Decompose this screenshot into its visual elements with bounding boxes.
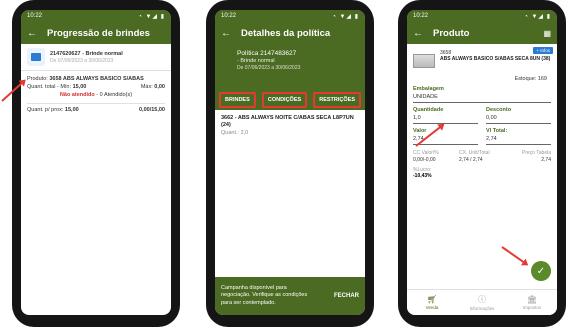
lucro-value: -10,43% — [413, 173, 432, 179]
page-title: Produto — [433, 27, 470, 39]
vl-total-value: 2,74 — [486, 134, 551, 145]
brinde-dates: De 07/06/2023 a 30/06/2023 — [50, 57, 114, 64]
brinde-code: 2147620627 - Brinde normal — [50, 50, 123, 57]
info-icon: ⓘ — [478, 295, 486, 304]
stock-value: Estoque: 169 — [514, 76, 547, 82]
confirm-button[interactable]: ✓ — [531, 261, 551, 281]
status-time: 10:22 — [413, 13, 429, 19]
gift-icon — [27, 48, 45, 66]
bottom-nav: 🛒︎ Venda ⓘ Informações 🏛︎ Impostos — [407, 289, 557, 315]
product-image — [413, 54, 435, 68]
calculator-icon[interactable]: ▦ — [543, 29, 551, 38]
phone-brindes: 10:22 ◔ ▼◢ ▮ ← Progressão de brindes 214… — [12, 0, 180, 327]
quantity-discount-row: Quantidade 1,0 Desconto 0,00 — [407, 107, 557, 124]
screen-brindes: 10:22 ◔ ▼◢ ▮ ← Progressão de brindes 214… — [21, 10, 171, 315]
item-qty: Quant.: 2,0 — [221, 129, 249, 136]
policy-number: Política 2147483627 — [237, 50, 297, 57]
quant-max-value: 0,00 — [154, 83, 165, 90]
cc-label: CC Valor/% — [413, 150, 439, 156]
status-reached: - 0 Atendido(s) — [96, 91, 133, 98]
product-label: Produto: — [27, 76, 48, 82]
page-title: Detalhes da política — [241, 27, 331, 39]
status-time: 10:22 — [27, 13, 43, 19]
list-item[interactable]: 3662 - ABS ALWAYS NOITE C/ABAS SECA L8P7… — [215, 108, 365, 144]
nav-label: Venda — [425, 305, 439, 310]
phone-produto: 10:22 ◔ ▼◢ ▮ ← Produto ▦ + Infos 3658 AB… — [398, 0, 566, 327]
check-icon: ✓ — [536, 265, 546, 277]
tab-brindes[interactable]: BRINDES — [219, 92, 256, 108]
nav-informacoes[interactable]: ⓘ Informações — [457, 290, 507, 315]
embalagem-section: Embalagem UNIDADE — [407, 86, 557, 103]
status-icons: ◔ ▼◢ ▮ — [138, 13, 165, 20]
embalagem-select[interactable]: UNIDADE — [413, 92, 551, 103]
nav-label: Impostos — [522, 305, 542, 310]
status-bar: 10:22 ◔ ▼◢ ▮ — [21, 10, 171, 22]
preco-label: Preço Tabela — [521, 150, 551, 156]
nav-venda[interactable]: 🛒︎ Venda — [407, 290, 457, 315]
snackbar: Campanha disponível para negociação. Ver… — [215, 277, 365, 315]
status-icons: ◔ ▼◢ ▮ — [332, 13, 359, 20]
cart-icon: 🛒︎ — [426, 295, 438, 304]
status-bar: 10:22 ◔ ▼◢ ▮ — [407, 10, 557, 22]
close-snackbar-button[interactable]: FECHAR — [334, 293, 359, 299]
nav-impostos[interactable]: 🏛︎ Impostos — [507, 290, 557, 315]
policy-type: - Brinde normal — [237, 58, 275, 64]
desconto-input[interactable]: 0,00 — [486, 113, 551, 124]
preco-value: 2,74 — [541, 157, 551, 163]
back-arrow-icon[interactable]: ← — [413, 28, 423, 39]
status-icons: ◔ ▼◢ ▮ — [524, 13, 551, 20]
brinde-details: Produto: 3658 ABS ALWAYS BASICO S/ABAS Q… — [21, 71, 171, 120]
screen-politica: 10:22 ◔ ▼◢ ▮ ← Detalhes da política Polí… — [215, 10, 365, 315]
status-bar: 10:22 ◔ ▼◢ ▮ — [215, 10, 365, 22]
cx-label: CX. Unit/Total — [459, 150, 490, 156]
product-name: ABS ALWAYS BASICO S/ABAS SECA 8UN (38) — [440, 56, 551, 62]
policy-dates: De 07/06/2023 a 30/06/2023 — [237, 65, 301, 71]
quant-total-label: Quant. total - Mín: — [27, 83, 72, 90]
app-bar: ← Detalhes da política — [215, 22, 365, 44]
infos-button[interactable]: + Infos — [533, 47, 553, 54]
phone-politica: 10:22 ◔ ▼◢ ▮ ← Detalhes da política Polí… — [206, 0, 374, 327]
policy-tabs: BRINDES CONDIÇÕES RESTRIÇÕES — [215, 92, 365, 108]
screen-produto: 10:22 ◔ ▼◢ ▮ ← Produto ▦ + Infos 3658 AB… — [407, 10, 557, 315]
cx-value: 2,74 / 2,74 — [459, 157, 483, 163]
item-name: 3662 - ABS ALWAYS NOITE C/ABAS SECA L8P7… — [221, 115, 354, 129]
divider — [27, 102, 165, 104]
status-time: 10:22 — [221, 13, 237, 19]
bank-icon: 🏛︎ — [526, 295, 538, 304]
page-title: Progressão de brindes — [47, 27, 150, 39]
quant-min-value: 15,00 — [72, 83, 87, 90]
quant-ratio: 0,00/15,00 — [139, 106, 165, 113]
cc-value: 0,00/-0,00 — [413, 157, 436, 163]
snackbar-message: Campanha disponível para negociação. Ver… — [221, 284, 308, 306]
back-arrow-icon[interactable]: ← — [221, 28, 231, 39]
quantidade-input[interactable]: 1,0 — [413, 113, 478, 124]
app-bar: ← Produto ▦ — [407, 22, 557, 44]
app-bar: ← Progressão de brindes — [21, 22, 171, 44]
back-arrow-icon[interactable]: ← — [27, 28, 37, 39]
status-not-reached: Não atendido — [59, 91, 95, 98]
lucro-section: %Lucro: -10,43% — [407, 167, 557, 179]
quant-prox-value: 15,00 — [64, 106, 79, 113]
pricing-row: CC Valor/% 0,00/-0,00 CX. Unit/Total 2,7… — [407, 150, 557, 163]
quant-prox-label: Quant. p/ prox: — [27, 106, 64, 113]
tab-restricoes[interactable]: RESTRIÇÕES — [313, 92, 361, 108]
nav-label: Informações — [469, 306, 495, 311]
tab-condicoes[interactable]: CONDIÇÕES — [261, 92, 308, 108]
brinde-card[interactable]: 2147620627 - Brinde normal De 07/06/2023… — [21, 44, 171, 71]
product-value: 3658 ABS ALWAYS BASICO S/ABAS — [49, 76, 144, 82]
max-label: Máx: — [140, 83, 153, 90]
